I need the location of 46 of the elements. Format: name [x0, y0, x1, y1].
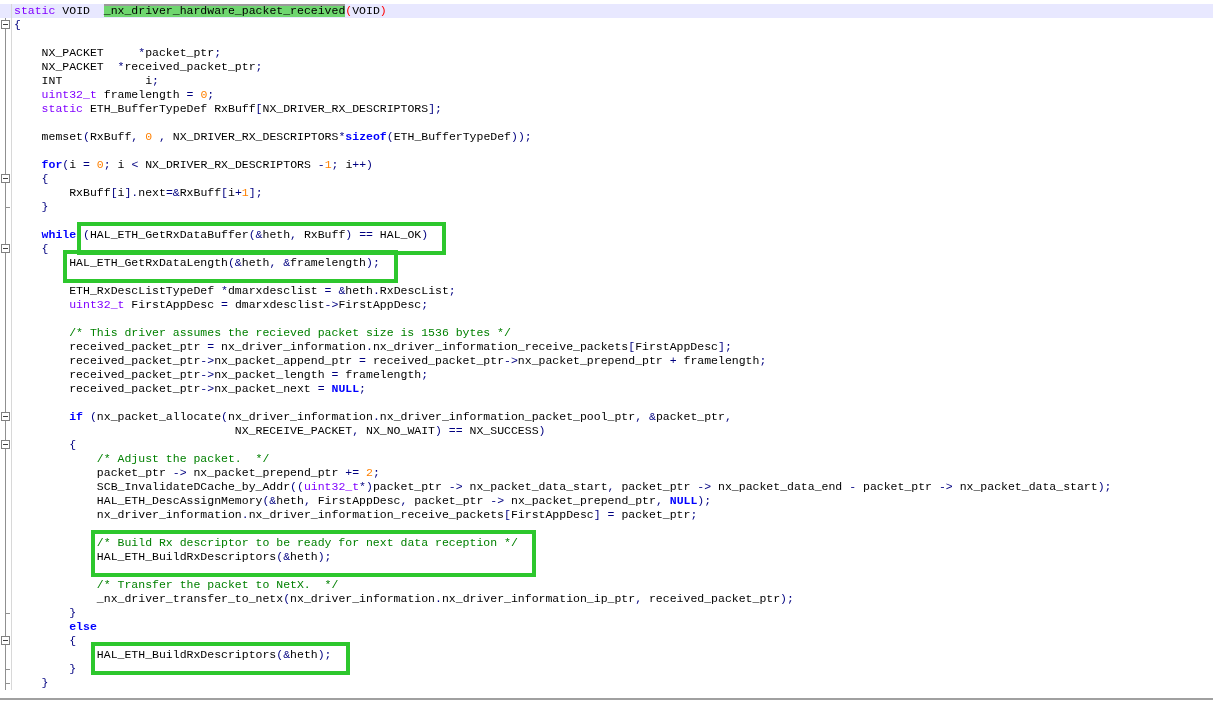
code-line: received_packet_ptr->nx_packet_next = NULL;	[68, 382, 366, 396]
collapse-icon[interactable]	[1, 636, 10, 645]
code-line: {	[14, 18, 21, 32]
code-line: }	[68, 662, 77, 676]
code-line: /* Build Rx descriptor to be ready for next data reception */	[95, 536, 518, 550]
code-line: received_packet_ptr->nx_packet_append_ptr = received_packet_ptr->nx_packet_prepend_ptr + framelength;	[68, 354, 767, 368]
collapse-icon[interactable]	[1, 440, 10, 449]
code-line: /* Transfer the packet to NetX. */	[95, 578, 339, 592]
code-line: received_packet_ptr->nx_packet_length = framelength;	[68, 368, 429, 382]
code-line: }	[68, 606, 77, 620]
collapse-icon[interactable]	[1, 244, 10, 253]
code-line: }	[40, 676, 49, 690]
code-line: }	[40, 200, 49, 214]
code-line: {	[40, 172, 49, 186]
code-line: HAL_ETH_DescAssignMemory(&heth, FirstAppDesc, packet_ptr -> nx_packet_prepend_ptr, NULL);	[95, 494, 712, 508]
collapse-icon[interactable]	[1, 174, 10, 183]
code-line: HAL_ETH_GetRxDataLength(&heth, &framelength);	[68, 256, 380, 270]
code-line: RxBuff[i].next=&RxBuff[i+1];	[68, 186, 263, 200]
code-line: nx_driver_information.nx_driver_information_receive_packets[FirstAppDesc] = packet_ptr;	[95, 508, 698, 522]
code-line: memset(RxBuff, 0 , NX_DRIVER_RX_DESCRIPTORS*sizeof(ETH_BufferTypeDef));	[40, 130, 532, 144]
code-line: for(i = 0; i < NX_DRIVER_RX_DESCRIPTORS -1; i++)	[40, 158, 373, 172]
collapse-icon[interactable]	[1, 412, 10, 421]
code-line: uint32_t framelength = 0;	[40, 88, 215, 102]
code-line: _nx_driver_transfer_to_netx(nx_driver_information.nx_driver_information_ip_ptr, received_packet_ptr);	[95, 592, 794, 606]
code-line: /* This driver assumes the recieved packet size is 1536 bytes */	[68, 326, 511, 340]
code-line: {	[40, 242, 49, 256]
code-line: static VOID _nx_driver_hardware_packet_received(VOID)	[14, 4, 387, 18]
code-line: NX_RECEIVE_PACKET, NX_NO_WAIT) == NX_SUCCESS)	[233, 424, 546, 438]
code-line: static ETH_BufferTypeDef RxBuff[NX_DRIVER_RX_DESCRIPTORS];	[40, 102, 442, 116]
code-line: {	[68, 634, 77, 648]
code-line: SCB_InvalidateDCache_by_Addr((uint32_t*)packet_ptr -> nx_packet_data_start, packet_ptr -> nx_packet_data_end - packet_ptr -> nx_packet_data_start);	[95, 480, 1112, 494]
code-line: if (nx_packet_allocate(nx_driver_information.nx_driver_information_packet_pool_ptr, &packet_ptr,	[68, 410, 732, 424]
code-line: HAL_ETH_BuildRxDescriptors(&heth);	[95, 648, 332, 662]
code-line: ETH_RxDescListTypeDef *dmarxdesclist = &heth.RxDescList;	[68, 284, 456, 298]
code-line: packet_ptr -> nx_packet_prepend_ptr += 2;	[95, 466, 380, 480]
code-line: /* Adjust the packet. */	[95, 452, 270, 466]
code-line: {	[68, 438, 77, 452]
code-line: NX_PACKET *received_packet_ptr;	[40, 60, 263, 74]
code-line: NX_PACKET *packet_ptr;	[40, 46, 222, 60]
code-line: HAL_ETH_BuildRxDescriptors(&heth);	[95, 550, 332, 564]
code-line: uint32_t FirstAppDesc = dmarxdesclist->FirstAppDesc;	[68, 298, 429, 312]
collapse-icon[interactable]	[1, 20, 10, 29]
code-line: received_packet_ptr = nx_driver_information.nx_driver_information_receive_packets[FirstAppDesc];	[68, 340, 732, 354]
code-line: else	[68, 620, 97, 634]
code-line: INT i;	[40, 74, 159, 88]
code-line: while (HAL_ETH_GetRxDataBuffer(&heth, RxBuff) == HAL_OK)	[40, 228, 429, 242]
